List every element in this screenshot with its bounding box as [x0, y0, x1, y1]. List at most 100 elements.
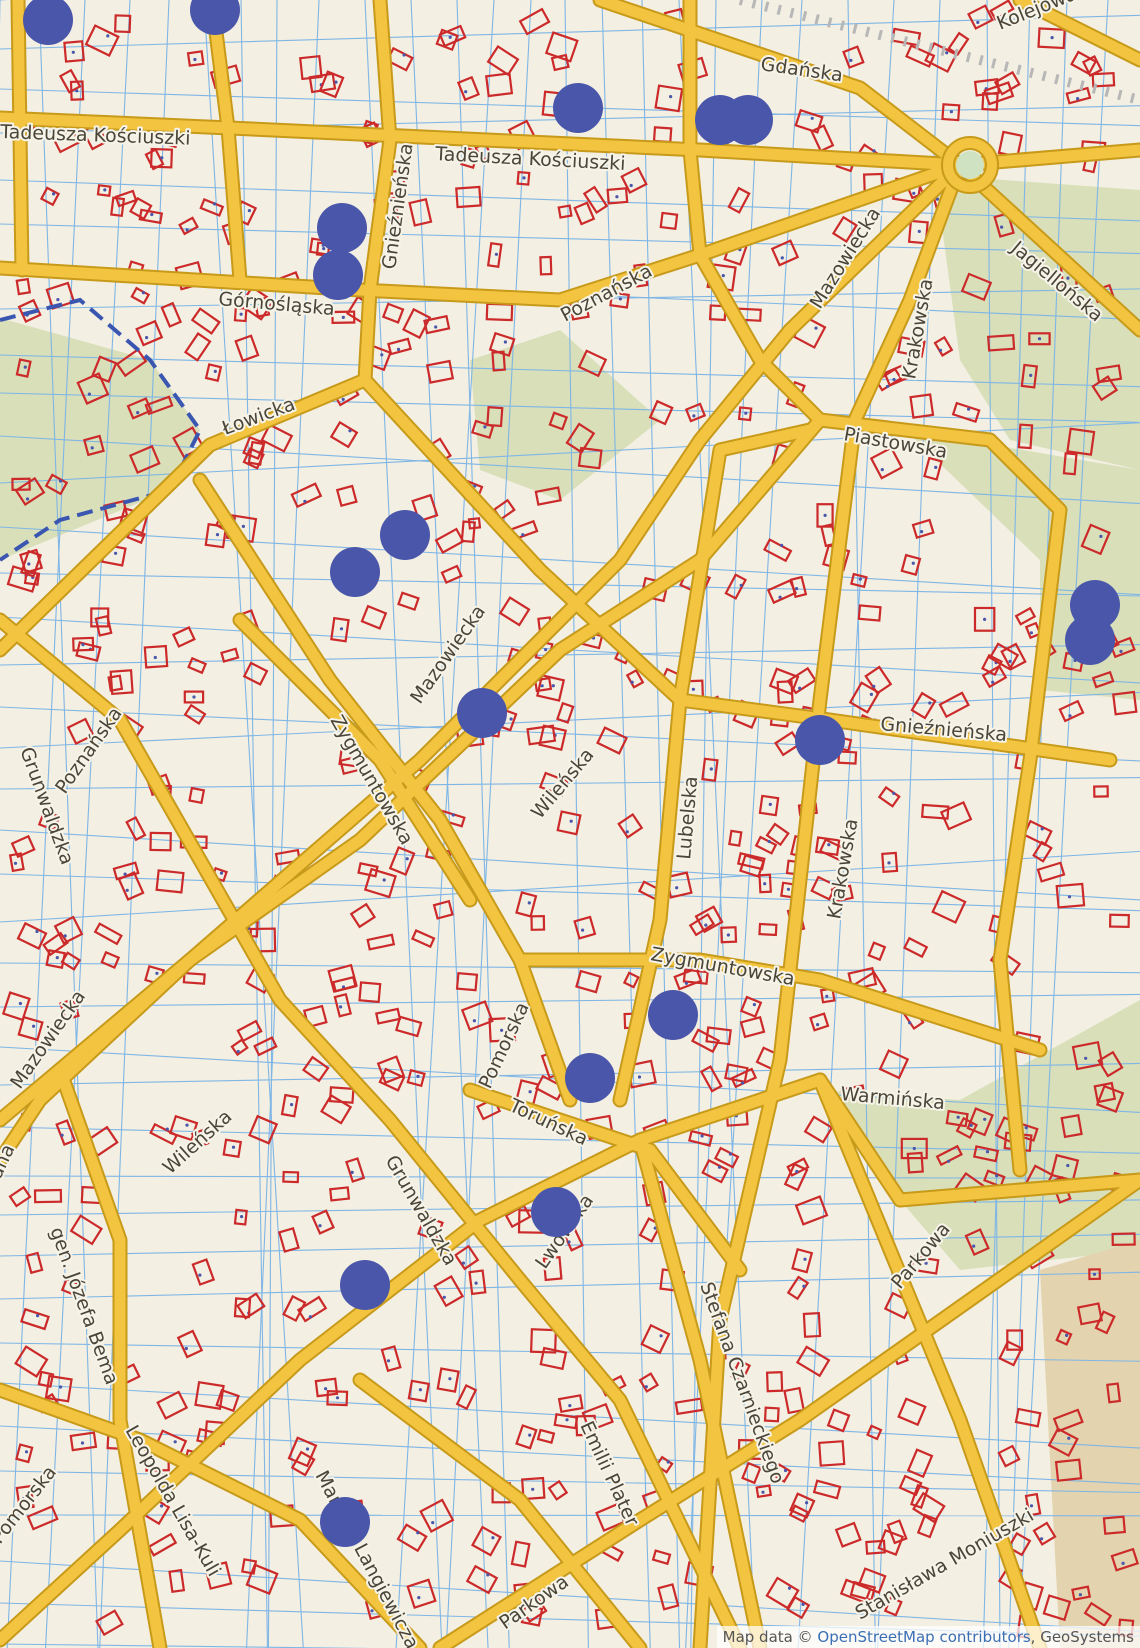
filled-circle-marker[interactable]	[531, 1187, 581, 1237]
address-point	[934, 465, 938, 469]
address-point	[752, 1003, 757, 1007]
address-point	[431, 1521, 435, 1525]
address-point	[1024, 1126, 1028, 1130]
address-point	[983, 617, 987, 622]
address-point	[1119, 649, 1123, 654]
address-point	[565, 1418, 569, 1422]
address-point	[739, 583, 743, 588]
address-point	[768, 802, 772, 807]
address-point	[976, 20, 980, 24]
address-point	[212, 202, 217, 206]
address-point	[18, 1001, 22, 1006]
address-point	[1078, 1593, 1082, 1597]
address-point	[145, 336, 149, 340]
filled-circle-marker[interactable]	[457, 688, 507, 738]
address-point	[153, 655, 157, 660]
address-point	[763, 882, 767, 886]
address-point	[569, 819, 573, 823]
address-point	[386, 1359, 391, 1363]
address-point	[544, 648, 548, 652]
address-point	[1066, 1163, 1070, 1168]
address-point	[625, 830, 629, 834]
address-point	[185, 228, 189, 232]
address-point	[185, 1123, 189, 1127]
address-point	[339, 1005, 343, 1009]
address-point	[531, 1487, 535, 1491]
address-point	[637, 1075, 642, 1079]
address-point	[912, 191, 916, 195]
address-point	[521, 533, 525, 537]
filled-circle-marker[interactable]	[320, 1497, 370, 1547]
filled-circle-marker[interactable]	[330, 547, 380, 597]
address-point	[728, 1152, 733, 1156]
address-point	[155, 971, 159, 975]
filled-circle-marker[interactable]	[317, 203, 367, 253]
address-point	[416, 1074, 420, 1078]
address-point	[780, 256, 784, 260]
address-point	[448, 35, 452, 39]
filled-circle-marker[interactable]	[380, 510, 430, 560]
address-point	[1040, 827, 1044, 831]
address-point	[141, 291, 145, 295]
address-point	[80, 1441, 85, 1445]
attribution-link[interactable]: OpenStreetMap contributors	[817, 1628, 1030, 1646]
address-point	[136, 411, 140, 415]
address-point	[692, 414, 696, 418]
address-point	[405, 857, 409, 861]
address-point	[802, 1284, 806, 1288]
filled-circle-marker[interactable]	[565, 1053, 615, 1103]
address-point	[59, 1385, 63, 1389]
address-point	[341, 397, 345, 401]
address-point	[160, 156, 164, 160]
address-point	[945, 51, 949, 55]
map-canvas[interactable]: Tadeusza KościuszkiTadeusza KościuszkiGd…	[0, 0, 1140, 1648]
address-point	[27, 562, 31, 566]
address-point	[684, 981, 689, 985]
address-point	[290, 1103, 294, 1107]
address-point	[872, 149, 876, 153]
address-point	[1040, 1537, 1044, 1541]
address-point	[324, 1387, 328, 1391]
address-point	[305, 1447, 310, 1451]
address-point	[858, 577, 862, 581]
address-point	[522, 176, 526, 180]
address-point	[1029, 1504, 1034, 1508]
filled-circle-marker[interactable]	[648, 990, 698, 1040]
address-point	[1084, 1056, 1088, 1060]
address-point	[1029, 631, 1033, 635]
address-point	[787, 1586, 792, 1590]
address-point	[402, 53, 406, 57]
address-point	[25, 497, 30, 501]
filled-circle-marker[interactable]	[723, 95, 773, 145]
address-point	[983, 1117, 987, 1121]
address-point	[308, 1315, 312, 1319]
address-point	[1068, 714, 1072, 718]
address-point	[825, 994, 829, 998]
address-point	[629, 183, 633, 188]
address-point	[726, 933, 731, 937]
address-point	[1067, 1436, 1071, 1440]
address-point	[114, 551, 118, 555]
address-point	[63, 934, 67, 938]
address-point	[810, 116, 814, 120]
address-point	[880, 468, 884, 472]
filled-circle-marker[interactable]	[795, 715, 845, 765]
filled-circle-marker[interactable]	[340, 1260, 390, 1310]
address-point	[798, 686, 802, 690]
address-point	[700, 1134, 704, 1138]
filled-circle-marker[interactable]	[313, 250, 363, 300]
address-point	[911, 561, 915, 565]
address-point	[494, 252, 498, 256]
address-point	[827, 843, 831, 847]
filled-circle-marker[interactable]	[1065, 615, 1115, 665]
filled-circle-marker[interactable]	[553, 83, 603, 133]
address-point	[56, 298, 60, 302]
map-attribution: Map data © OpenStreetMap contributors, G…	[716, 1626, 1140, 1648]
address-point	[709, 767, 713, 771]
address-point	[972, 1244, 976, 1248]
address-point	[503, 340, 507, 344]
address-point	[219, 871, 224, 875]
address-point	[872, 684, 876, 688]
address-point	[956, 1115, 960, 1119]
address-point	[666, 1460, 670, 1464]
